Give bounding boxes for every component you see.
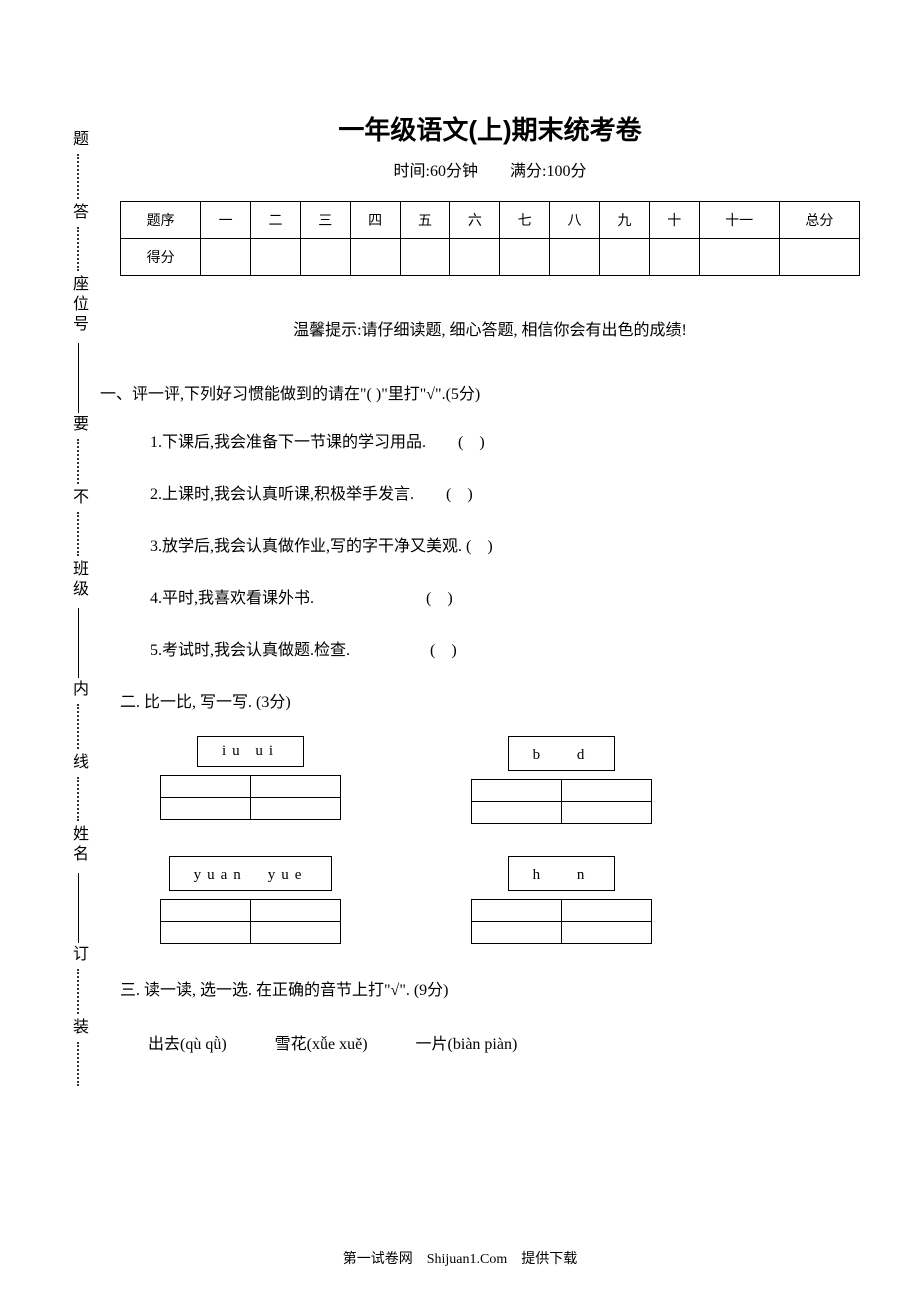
score-row-label: 得分 bbox=[121, 239, 201, 276]
compare-block: h n bbox=[471, 856, 652, 944]
score-header: 三 bbox=[300, 202, 350, 239]
score-header: 四 bbox=[350, 202, 400, 239]
page-footer: 第一试卷网 Shijuan1.Com 提供下载 bbox=[0, 1248, 920, 1268]
question-item: 2.上课时,我会认真听课,积极举手发言. ( ) bbox=[150, 480, 860, 504]
score-header: 总分 bbox=[779, 202, 859, 239]
score-cell[interactable] bbox=[300, 239, 350, 276]
answer-grid[interactable] bbox=[160, 899, 341, 944]
table-row: 得分 bbox=[121, 239, 860, 276]
question-item: 3.放学后,我会认真做作业,写的字干净又美观. ( ) bbox=[150, 532, 860, 556]
score-cell[interactable] bbox=[599, 239, 649, 276]
score-header: 十 bbox=[649, 202, 699, 239]
compare-label: iu ui bbox=[197, 736, 304, 767]
question-3-row: 出去(qù qǜ) 雪花(xǚe xuě) 一片(biàn piàn) bbox=[148, 1030, 860, 1054]
score-cell[interactable] bbox=[500, 239, 550, 276]
score-cell[interactable] bbox=[550, 239, 600, 276]
score-header: 一 bbox=[201, 202, 251, 239]
answer-grid[interactable] bbox=[160, 775, 341, 820]
score-header: 七 bbox=[500, 202, 550, 239]
score-table: 题序 一 二 三 四 五 六 七 八 九 十 十一 总分 得分 bbox=[120, 201, 860, 276]
footer-url: Shijuan1.Com bbox=[427, 1252, 508, 1267]
score-cell[interactable] bbox=[251, 239, 301, 276]
score-cell[interactable] bbox=[649, 239, 699, 276]
score-cell[interactable] bbox=[350, 239, 400, 276]
compare-block: yuan yue bbox=[160, 856, 341, 944]
score-header: 八 bbox=[550, 202, 600, 239]
footer-note: 提供下载 bbox=[521, 1252, 577, 1267]
score-header: 题序 bbox=[121, 202, 201, 239]
pinyin-choice: 雪花(xǚe xuě) bbox=[275, 1030, 368, 1054]
pinyin-choice: 一片(biàn piàn) bbox=[416, 1030, 518, 1054]
score-cell[interactable] bbox=[400, 239, 450, 276]
score-header: 九 bbox=[599, 202, 649, 239]
table-row: 题序 一 二 三 四 五 六 七 八 九 十 十一 总分 bbox=[121, 202, 860, 239]
compare-label: h n bbox=[508, 856, 616, 891]
score-header: 二 bbox=[251, 202, 301, 239]
compare-block: iu ui bbox=[160, 736, 341, 824]
score-cell[interactable] bbox=[450, 239, 500, 276]
score-cell[interactable] bbox=[779, 239, 859, 276]
footer-source: 第一试卷网 bbox=[343, 1252, 413, 1267]
answer-grid[interactable] bbox=[471, 899, 652, 944]
section-3-heading: 三. 读一读, 选一选. 在正确的音节上打"√". (9分) bbox=[120, 976, 860, 1000]
compare-block: b d bbox=[471, 736, 652, 824]
score-header: 十一 bbox=[699, 202, 779, 239]
hint-text: 温馨提示:请仔细读题, 细心答题, 相信你会有出色的成绩! bbox=[120, 316, 860, 340]
compare-row: iu ui b d bbox=[160, 736, 860, 824]
score-cell[interactable] bbox=[201, 239, 251, 276]
pinyin-choice: 出去(qù qǜ) bbox=[148, 1030, 227, 1054]
compare-label: b d bbox=[508, 736, 616, 771]
question-item: 1.下课后,我会准备下一节课的学习用品. ( ) bbox=[150, 428, 860, 452]
question-item: 5.考试时,我会认真做题.检查. ( ) bbox=[150, 636, 860, 660]
score-header: 六 bbox=[450, 202, 500, 239]
answer-grid[interactable] bbox=[471, 779, 652, 824]
page-subtitle: 时间:60分钟 满分:100分 bbox=[120, 157, 860, 181]
section-1-heading: 一、评一评,下列好习惯能做到的请在"( )"里打"√".(5分) bbox=[100, 380, 860, 404]
page-content: 一年级语文(上)期末统考卷 时间:60分钟 满分:100分 题序 一 二 三 四… bbox=[0, 0, 920, 1094]
compare-label: yuan yue bbox=[169, 856, 333, 891]
score-cell[interactable] bbox=[699, 239, 779, 276]
score-header: 五 bbox=[400, 202, 450, 239]
page-title: 一年级语文(上)期末统考卷 bbox=[120, 110, 860, 147]
question-item: 4.平时,我喜欢看课外书. ( ) bbox=[150, 584, 860, 608]
compare-row: yuan yue h n bbox=[160, 856, 860, 944]
section-2-heading: 二. 比一比, 写一写. (3分) bbox=[120, 688, 860, 712]
